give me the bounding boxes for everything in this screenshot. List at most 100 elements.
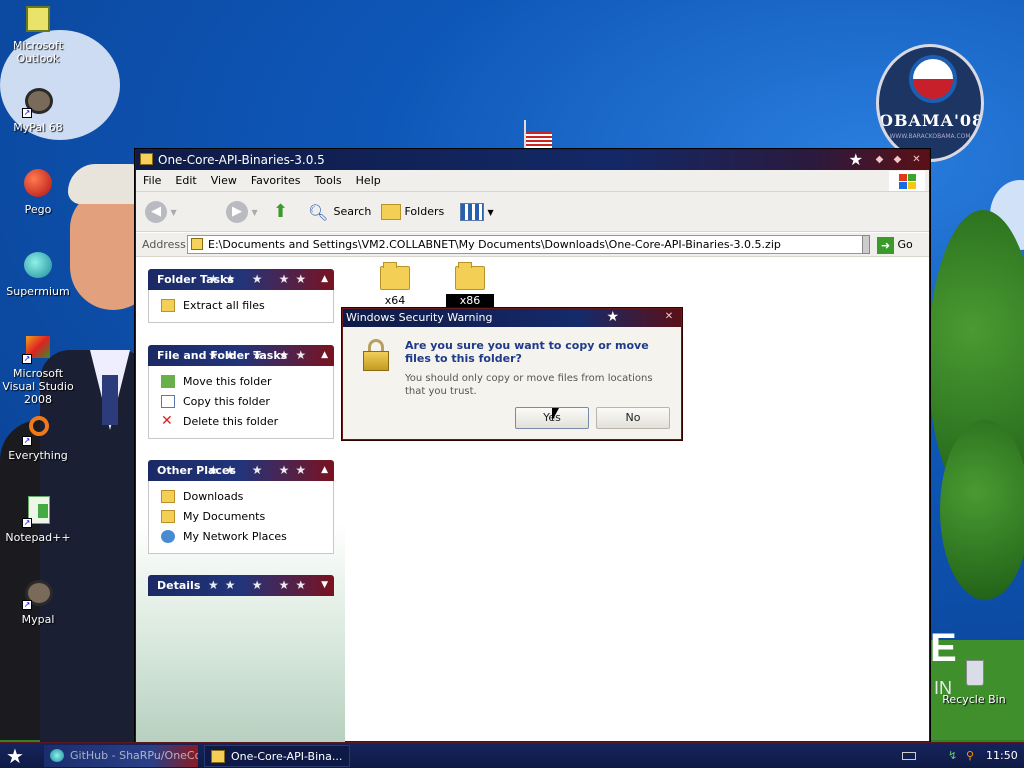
desktop-icon-mypal68[interactable]: ↗ MyPal 68 <box>0 86 76 134</box>
desktop-icon-label: Mypal <box>21 613 55 626</box>
menu-favorites[interactable]: Favorites <box>244 170 308 192</box>
desktop-icon-label: Everything <box>8 449 68 462</box>
views-button[interactable]: ▼ <box>460 200 494 224</box>
close-button[interactable]: ✕ <box>909 153 924 167</box>
network-icon <box>161 530 175 543</box>
delete-folder-link[interactable]: ✕ Delete this folder <box>161 412 333 432</box>
dialog-question: Are you sure you want to copy or move fi… <box>405 339 649 365</box>
desktop-icon-label: Pego <box>24 203 52 216</box>
downloads-link[interactable]: Downloads <box>161 487 333 507</box>
my-network-places-link[interactable]: My Network Places <box>161 527 333 547</box>
menu-edit[interactable]: Edit <box>168 170 203 192</box>
keyboard-icon[interactable] <box>902 752 916 760</box>
address-value: E:\Documents and Settings\VM2.COLLABNET\… <box>208 238 781 251</box>
panel-header[interactable]: ★★ ★ ★★ Folder Tasks ▲ <box>148 269 334 290</box>
dialog-close-button[interactable]: ✕ <box>662 311 676 325</box>
orange-ring-icon: ↗ <box>22 414 54 446</box>
menu-file[interactable]: File <box>136 170 168 192</box>
panel-title: File and Folder Tasks <box>157 349 288 362</box>
wallpaper-flag <box>524 120 552 150</box>
star-icon: ★ <box>606 309 619 325</box>
supermium-icon <box>22 250 54 282</box>
desktop-icon-label: Notepad++ <box>5 531 71 544</box>
window-title: One-Core-API-Binaries-3.0.5 <box>158 153 325 167</box>
raccoon-icon: ↗ <box>22 86 54 118</box>
desktop-icon-everything[interactable]: ↗ Everything <box>0 414 76 462</box>
folders-button[interactable]: Folders <box>381 200 444 224</box>
views-icon <box>460 203 484 221</box>
extract-all-link[interactable]: Extract all files <box>161 296 333 316</box>
clock[interactable]: 11:50 AM <box>986 743 1024 768</box>
link-label: My Network Places <box>183 530 287 543</box>
panel-header[interactable]: ★★ ★ ★★ File and Folder Tasks ▲ <box>148 345 334 366</box>
red-ball-icon <box>22 168 54 200</box>
panel-file-folder-tasks: ★★ ★ ★★ File and Folder Tasks ▲ Move this … <box>148 345 334 439</box>
address-label: Address <box>142 238 186 251</box>
window-titlebar[interactable]: One-Core-API-Binaries-3.0.5 ★ ◆ ◆ ✕ <box>136 150 929 170</box>
maximize-button[interactable]: ◆ <box>890 153 905 167</box>
raccoon-icon: ↗ <box>22 578 54 610</box>
desktop-icon-visual-studio[interactable]: ↗ Microsoft Visual Studio 2008 <box>0 332 76 406</box>
menu-bar: File Edit View Favorites Tools Help <box>136 170 929 192</box>
dialog-titlebar[interactable]: Windows Security Warning ★ ✕ <box>343 309 681 327</box>
panel-details: ★★ ★ ★★ Details ▼ <box>148 575 334 596</box>
link-label: Downloads <box>183 490 244 503</box>
collapse-icon: ▲ <box>321 350 328 360</box>
desktop-icon-supermium[interactable]: Supermium <box>0 250 76 298</box>
desktop-icon-mypal[interactable]: ↗ Mypal <box>0 578 76 626</box>
my-documents-icon <box>161 510 175 523</box>
panel-header[interactable]: ★★ ★ ★★ Other Places ▲ <box>148 460 334 481</box>
explorer-window: One-Core-API-Binaries-3.0.5 ★ ◆ ◆ ✕ File… <box>135 149 930 742</box>
folder-icon <box>455 262 485 290</box>
back-button[interactable]: ◀ ▼ <box>145 200 177 224</box>
desktop-icon-outlook[interactable]: Microsoft Outlook <box>0 4 76 65</box>
start-button[interactable]: ★ <box>6 744 24 768</box>
minimize-button[interactable]: ◆ <box>872 153 887 167</box>
notepad-plus-icon: ↗ <box>22 496 54 528</box>
panel-folder-tasks: ★★ ★ ★★ Folder Tasks ▲ Extract all files <box>148 269 334 323</box>
forward-button[interactable]: ▶ ▼ <box>226 200 258 224</box>
link-label: Move this folder <box>183 375 272 388</box>
search-icon: 🔍︎ <box>308 203 329 222</box>
address-input[interactable]: E:\Documents and Settings\VM2.COLLABNET\… <box>187 235 864 254</box>
desktop-icon-label: Microsoft Visual Studio 2008 <box>2 367 74 406</box>
mouse-cursor-icon <box>552 408 559 421</box>
file-name: x64 <box>384 294 406 307</box>
move-folder-link[interactable]: Move this folder <box>161 372 333 392</box>
desktop-icon-notepadpp[interactable]: ↗ Notepad++ <box>0 496 76 544</box>
desktop-icon-label: Recycle Bin <box>942 693 1006 706</box>
menu-view[interactable]: View <box>204 170 244 192</box>
dialog-message: You should only copy or move files from … <box>405 373 653 397</box>
taskbar-task-github[interactable]: GitHub - ShaRPu/OneCore... <box>44 745 198 767</box>
back-arrow-icon: ◀ <box>145 201 167 223</box>
go-button[interactable]: ➜ Go <box>877 235 913 254</box>
taskbar: ★ GitHub - ShaRPu/OneCore... One-Core-AP… <box>0 742 1024 768</box>
menu-tools[interactable]: Tools <box>308 170 349 192</box>
toolbar: ◀ ▼ ▶ ▼ ⬆ 🔍︎ Search Folders ▼ <box>136 192 929 232</box>
panel-title: Other Places <box>157 464 236 477</box>
no-button[interactable]: No <box>596 407 670 429</box>
link-label: Extract all files <box>183 299 265 312</box>
network-tray-icon[interactable]: ↯ <box>948 743 957 768</box>
folder-item-x86[interactable]: x86 <box>440 262 500 307</box>
taskbar-task-explorer[interactable]: One-Core-API-Bina... <box>204 745 350 767</box>
desktop-icon-pego[interactable]: Pego <box>0 168 76 216</box>
forward-arrow-icon: ▶ <box>226 201 248 223</box>
task-pane: ★★ ★ ★★ Folder Tasks ▲ Extract all files ★… <box>136 258 345 742</box>
folder-icon <box>380 262 410 290</box>
delete-x-icon: ✕ <box>161 413 173 429</box>
windows-logo-icon <box>889 171 925 191</box>
my-documents-link[interactable]: My Documents <box>161 507 333 527</box>
panel-title: Details <box>157 579 201 592</box>
copy-folder-link[interactable]: Copy this folder <box>161 392 333 412</box>
up-folder-button[interactable]: ⬆ <box>273 200 295 224</box>
folder-icon <box>211 750 225 763</box>
folders-button-label: Folders <box>404 205 445 218</box>
search-button[interactable]: 🔍︎ Search <box>308 200 371 224</box>
menu-help[interactable]: Help <box>349 170 388 192</box>
address-dropdown[interactable] <box>862 235 870 254</box>
desktop-icon-recycle-bin[interactable]: Recycle Bin <box>936 658 1012 706</box>
search-tray-icon[interactable]: ⚲ <box>966 743 974 768</box>
panel-header[interactable]: ★★ ★ ★★ Details ▼ <box>148 575 334 596</box>
folder-item-x64[interactable]: x64 <box>365 262 425 307</box>
